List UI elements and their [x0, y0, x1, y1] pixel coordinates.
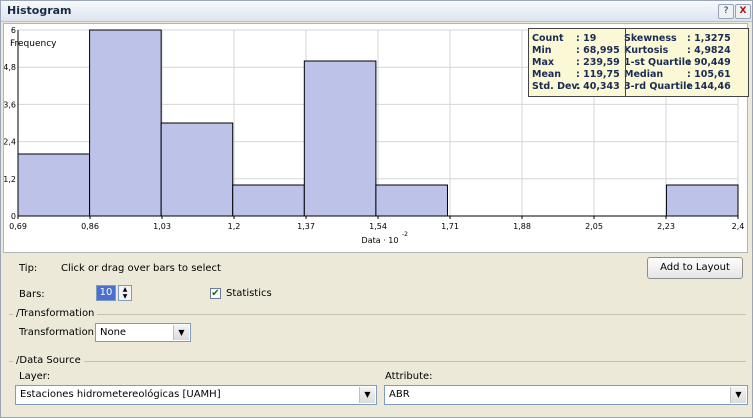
- y-tick-label: 3,6: [4, 100, 16, 109]
- chevron-down-icon[interactable]: ▼: [730, 387, 746, 403]
- stat-value: : 90,449: [687, 57, 731, 68]
- stat-label: Count: [532, 33, 564, 44]
- stat-label: Median: [624, 69, 664, 80]
- histogram-bar[interactable]: [375, 184, 448, 217]
- x-tick-label: 2,23: [657, 222, 675, 231]
- y-axis-title: Frequency: [10, 39, 57, 49]
- stat-value: : 119,75: [576, 69, 620, 80]
- x-tick-label: 1,37: [297, 222, 315, 231]
- bars-spinner[interactable]: ▲ ▼: [118, 285, 132, 301]
- window-title: Histogram: [7, 4, 72, 17]
- transformation-value: None: [100, 327, 127, 338]
- y-tick-label: 4,8: [4, 63, 16, 72]
- histogram-bar[interactable]: [232, 184, 305, 217]
- stat-label: Std. Dev.: [532, 81, 581, 92]
- bars-label: Bars:: [19, 289, 45, 300]
- stat-value: : 19: [576, 33, 597, 44]
- attribute-label: Attribute:: [385, 371, 433, 382]
- transformation-label: Transformation:: [19, 327, 98, 338]
- x-axis-exponent: -2: [402, 231, 408, 238]
- stat-value: : 40,343: [576, 81, 620, 92]
- x-tick-label: 1,88: [513, 222, 531, 231]
- bars-count-input[interactable]: 10: [96, 285, 116, 301]
- stat-label: Max: [532, 57, 554, 68]
- stat-value: : 1,3275: [687, 33, 731, 44]
- histogram-window: Histogram ? X 0,69 0,86 1,03 1,2 1,37 1,54 1,7…: [0, 0, 753, 418]
- histogram-bar[interactable]: [89, 29, 162, 217]
- stat-label: 3-rd Quartile: [624, 81, 693, 92]
- x-tick-label: 1,03: [153, 222, 171, 231]
- tip-text: Click or drag over bars to select: [61, 263, 221, 274]
- spinner-up-icon[interactable]: ▲: [119, 286, 131, 293]
- histogram-bar[interactable]: [160, 122, 234, 217]
- histogram-bar[interactable]: [665, 184, 739, 217]
- stat-value: : 144,46: [687, 81, 731, 92]
- spinner-down-icon[interactable]: ▼: [119, 293, 131, 300]
- stat-value: : 68,995: [576, 45, 620, 56]
- stat-value: : 105,61: [687, 69, 731, 80]
- x-axis-title: Data · 10: [362, 236, 399, 245]
- title-bar[interactable]: Histogram ? X: [1, 1, 752, 22]
- y-tick-label: 0: [11, 212, 16, 221]
- transformation-group-label: /Transformation: [13, 308, 98, 319]
- transformation-dropdown[interactable]: None ▼: [95, 323, 191, 342]
- histogram-bar[interactable]: [17, 153, 91, 217]
- statistics-checkbox[interactable]: ✔: [210, 288, 221, 299]
- add-to-layout-button[interactable]: Add to Layout: [647, 257, 743, 279]
- x-tick-label: 0,69: [9, 222, 27, 231]
- chevron-down-icon[interactable]: ▼: [359, 387, 375, 403]
- x-tick-label: 0,86: [81, 222, 99, 231]
- help-button[interactable]: ?: [718, 4, 734, 19]
- chevron-down-icon[interactable]: ▼: [173, 325, 189, 340]
- stat-value: : 239,59: [576, 57, 620, 68]
- stat-label: 1-st Quartile: [624, 57, 692, 68]
- tip-label: Tip:: [19, 263, 38, 274]
- x-tick-label: 1,54: [369, 222, 387, 231]
- x-tick-label: 1,71: [441, 222, 459, 231]
- data-source-group: [9, 361, 746, 362]
- stat-label: Mean: [532, 69, 562, 80]
- transformation-group: [9, 314, 746, 315]
- y-tick-label: 6: [11, 26, 16, 35]
- layer-value: Estaciones hidrometereológicas [UAMH]: [20, 389, 221, 400]
- y-tick-label: 1,2: [4, 175, 16, 184]
- x-tick-label: 1,2: [228, 222, 241, 231]
- data-source-group-label: /Data Source: [13, 355, 84, 366]
- stat-label: Min: [532, 45, 552, 56]
- stat-label: Skewness: [624, 33, 677, 44]
- close-button[interactable]: X: [735, 4, 751, 19]
- stat-label: Kurtosis: [624, 45, 669, 56]
- statistics-checkbox-label: Statistics: [226, 288, 272, 299]
- layer-dropdown[interactable]: Estaciones hidrometereológicas [UAMH] ▼: [15, 385, 377, 405]
- x-tick-label: 2,4: [732, 222, 745, 231]
- x-tick-label: 2,05: [585, 222, 603, 231]
- statistics-divider: [625, 29, 626, 96]
- attribute-dropdown[interactable]: ABR ▼: [384, 385, 748, 405]
- layer-label: Layer:: [19, 371, 51, 382]
- y-tick-label: 2,4: [4, 138, 16, 147]
- attribute-value: ABR: [389, 389, 410, 400]
- histogram-bar[interactable]: [303, 60, 377, 217]
- statistics-grid: Count : 19 Skewness : 1,3275 Min : 68,995 Kurt…: [532, 33, 731, 92]
- statistics-panel: Count : 19 Skewness : 1,3275 Min : 68,995 Kurt…: [528, 28, 749, 97]
- stat-value: : 4,9824: [687, 45, 731, 56]
